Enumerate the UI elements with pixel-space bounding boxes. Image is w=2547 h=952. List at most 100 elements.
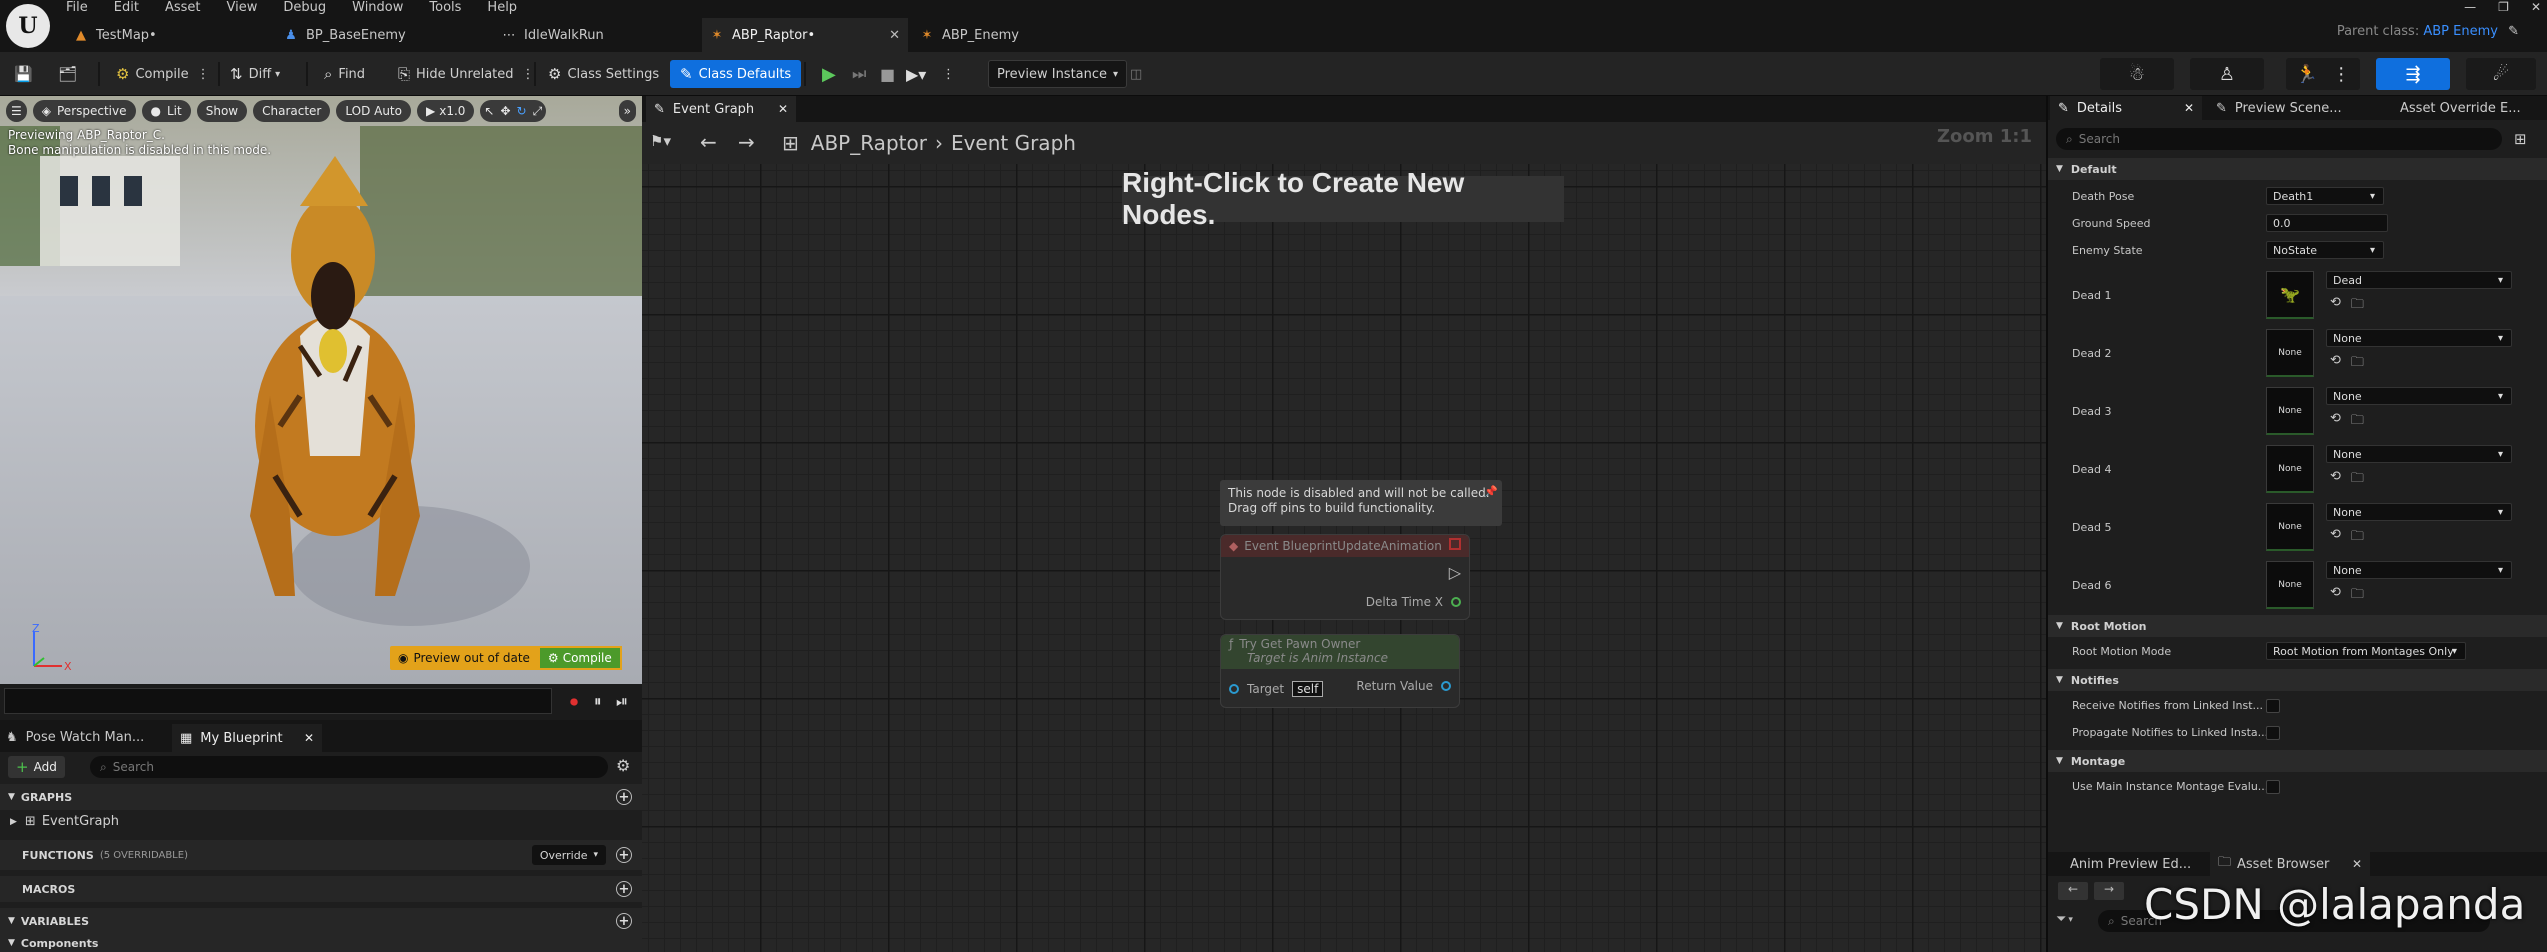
- graphs-section[interactable]: ▼ GRAPHS +: [0, 784, 642, 810]
- menu-file[interactable]: File: [66, 0, 88, 15]
- lod-button[interactable]: LOD Auto: [336, 100, 411, 122]
- macros-section[interactable]: MACROS +: [0, 876, 642, 902]
- forward-arrow-icon[interactable]: →: [2094, 882, 2124, 900]
- show-button[interactable]: Show: [196, 100, 248, 122]
- menu-edit[interactable]: Edit: [114, 0, 139, 15]
- use-selected-icon[interactable]: ⟲: [2330, 527, 2341, 549]
- preview-viewport[interactable]: ☰ ◈ Perspective ● Lit Show Character LOD A…: [0, 96, 642, 684]
- menu-view[interactable]: View: [227, 0, 258, 15]
- dead-6-asset-select[interactable]: None ▾: [2326, 561, 2512, 579]
- bookmark-icon[interactable]: ⚑▾: [650, 132, 671, 150]
- menu-asset[interactable]: Asset: [165, 0, 201, 15]
- use-selected-icon[interactable]: ⟲: [2330, 411, 2341, 433]
- dead-6-thumbnail[interactable]: None: [2266, 561, 2314, 609]
- select-icon[interactable]: ↖: [484, 104, 494, 118]
- step-icon[interactable]: ⏭: [852, 60, 866, 88]
- record-icon[interactable]: ⏺: [570, 692, 578, 712]
- add-graph-icon[interactable]: +: [616, 789, 632, 805]
- browse-icon[interactable]: 🗀: [2351, 411, 2364, 433]
- skeleton-mode-button[interactable]: ☃: [2100, 58, 2174, 90]
- preview-instance-select[interactable]: Preview Instance ▾: [988, 60, 1128, 88]
- add-variable-icon[interactable]: +: [616, 913, 632, 929]
- dead-1-asset-select[interactable]: Dead ▾: [2326, 271, 2512, 289]
- tab-preview-scene[interactable]: ✎ Preview Scene...: [2216, 96, 2342, 120]
- dead-2-asset-select[interactable]: None ▾: [2326, 329, 2512, 347]
- close-window-icon[interactable]: ✕: [2531, 0, 2541, 14]
- tab-details[interactable]: ✎ Details ✕: [2050, 96, 2202, 120]
- scale-icon[interactable]: ⤢: [533, 104, 543, 119]
- parent-class-link[interactable]: ABP Enemy: [2423, 24, 2498, 39]
- tab-anim-preview-editor[interactable]: Anim Preview Ed...: [2070, 852, 2191, 876]
- close-icon[interactable]: ✕: [2184, 101, 2194, 115]
- viewport-options-button[interactable]: »: [618, 100, 636, 122]
- blueprint-mode-button[interactable]: ⇶: [2376, 58, 2450, 90]
- event-update-animation-node[interactable]: ◆ Event BlueprintUpdateAnimation ▷ Delta…: [1220, 534, 1470, 620]
- filter-dropdown[interactable]: ⏷ ▾: [2056, 912, 2073, 927]
- perspective-button[interactable]: ◈ Perspective: [32, 100, 136, 122]
- death-pose-select[interactable]: Death1 ▾: [2266, 187, 2384, 205]
- try-get-pawn-owner-node[interactable]: ƒ Try Get Pawn Owner Target is Anim Insta…: [1220, 634, 1460, 708]
- viewport-compile-button[interactable]: ⚙ Compile: [537, 646, 622, 670]
- override-dropdown[interactable]: Override ▾: [531, 845, 606, 865]
- dead-4-thumbnail[interactable]: None: [2266, 445, 2314, 493]
- variables-section[interactable]: ▼ VARIABLES +: [0, 908, 642, 934]
- breadcrumb-root[interactable]: ABP_Raptor: [811, 131, 927, 155]
- close-icon[interactable]: ✕: [2352, 857, 2362, 871]
- use-selected-icon[interactable]: ⟲: [2330, 295, 2341, 317]
- add-button[interactable]: + Add: [8, 756, 65, 778]
- physics-mode-button[interactable]: ☄: [2466, 58, 2536, 90]
- menu-window[interactable]: Window: [352, 0, 403, 15]
- dead-1-thumbnail[interactable]: 🦖: [2266, 271, 2314, 319]
- class-defaults-button[interactable]: ✎ Class Defaults: [670, 60, 802, 88]
- edit-icon[interactable]: ✎: [2508, 24, 2519, 39]
- root-motion-mode-select[interactable]: Root Motion from Montages Only ▾: [2266, 642, 2466, 660]
- delta-time-pin[interactable]: Delta Time X: [1366, 595, 1461, 609]
- tab-idlewalkrun[interactable]: ⋯ IdleWalkRun: [494, 18, 694, 52]
- browse-icon[interactable]: 🗀: [2351, 585, 2364, 607]
- browse-icon[interactable]: 🗀: [2351, 527, 2364, 549]
- ground-speed-input[interactable]: 0.0: [2266, 214, 2388, 232]
- step-forward-icon[interactable]: ⏯: [616, 692, 628, 710]
- tab-pose-watch[interactable]: ♞ Pose Watch Man...: [6, 724, 144, 750]
- close-icon[interactable]: ✕: [304, 731, 314, 745]
- pin-icon[interactable]: 📌: [1484, 484, 1498, 499]
- enemy-state-select[interactable]: NoState ▾: [2266, 241, 2384, 259]
- lit-button[interactable]: ● Lit: [141, 100, 191, 122]
- tab-testmap[interactable]: ▲ TestMap•: [66, 18, 256, 52]
- dead-5-asset-select[interactable]: None ▾: [2326, 503, 2512, 521]
- target-pin[interactable]: Target self: [1229, 681, 1324, 697]
- event-graph-item[interactable]: ▶ ⊞ EventGraph: [10, 814, 119, 829]
- browse-icon[interactable]: 🗀: [2351, 353, 2364, 375]
- use-selected-icon[interactable]: ⟲: [2330, 469, 2341, 491]
- viewport-menu-button[interactable]: ☰: [6, 100, 27, 122]
- browse-icon[interactable]: 🗀: [2351, 295, 2364, 317]
- dead-2-thumbnail[interactable]: None: [2266, 329, 2314, 377]
- exec-pin-icon[interactable]: ▷: [1449, 563, 1461, 582]
- settings-gear-icon[interactable]: ⚙: [616, 756, 630, 775]
- dead-3-asset-select[interactable]: None ▾: [2326, 387, 2512, 405]
- menu-help[interactable]: Help: [487, 0, 517, 15]
- components-category[interactable]: ▼ Components: [0, 934, 642, 952]
- dead-5-thumbnail[interactable]: None: [2266, 503, 2314, 551]
- dead-4-asset-select[interactable]: None ▾: [2326, 445, 2512, 463]
- back-arrow-icon[interactable]: ←: [2058, 882, 2088, 900]
- tab-bp-baseenemy[interactable]: ♟ BP_BaseEnemy: [276, 18, 486, 52]
- browse-icon[interactable]: 🗀: [2351, 469, 2364, 491]
- close-icon[interactable]: ✕: [889, 28, 900, 43]
- tab-asset-browser[interactable]: 🗀 Asset Browser ✕: [2210, 852, 2370, 876]
- use-selected-icon[interactable]: ⟲: [2330, 353, 2341, 375]
- more-icon[interactable]: ⋮: [942, 60, 955, 88]
- category-notifies[interactable]: ▼ Notifies: [2048, 669, 2547, 691]
- return-value-pin[interactable]: Return Value: [1356, 679, 1451, 693]
- forward-arrow-icon[interactable]: →: [738, 130, 755, 154]
- category-default[interactable]: ▼ Default: [2048, 158, 2547, 180]
- simulate-icon[interactable]: ▶▾: [906, 60, 926, 88]
- find-button[interactable]: ⌕ Find: [324, 60, 365, 88]
- receive-notifies-checkbox[interactable]: [2266, 699, 2280, 713]
- class-settings-button[interactable]: ⚙ Class Settings: [548, 60, 659, 88]
- breadcrumb-current[interactable]: Event Graph: [951, 131, 1076, 155]
- more-icon[interactable]: ⋮: [522, 67, 535, 82]
- propagate-notifies-checkbox[interactable]: [2266, 726, 2280, 740]
- pause-icon[interactable]: ⏸: [594, 692, 602, 710]
- tab-abp-raptor[interactable]: ✶ ABP_Raptor• ✕: [702, 18, 908, 52]
